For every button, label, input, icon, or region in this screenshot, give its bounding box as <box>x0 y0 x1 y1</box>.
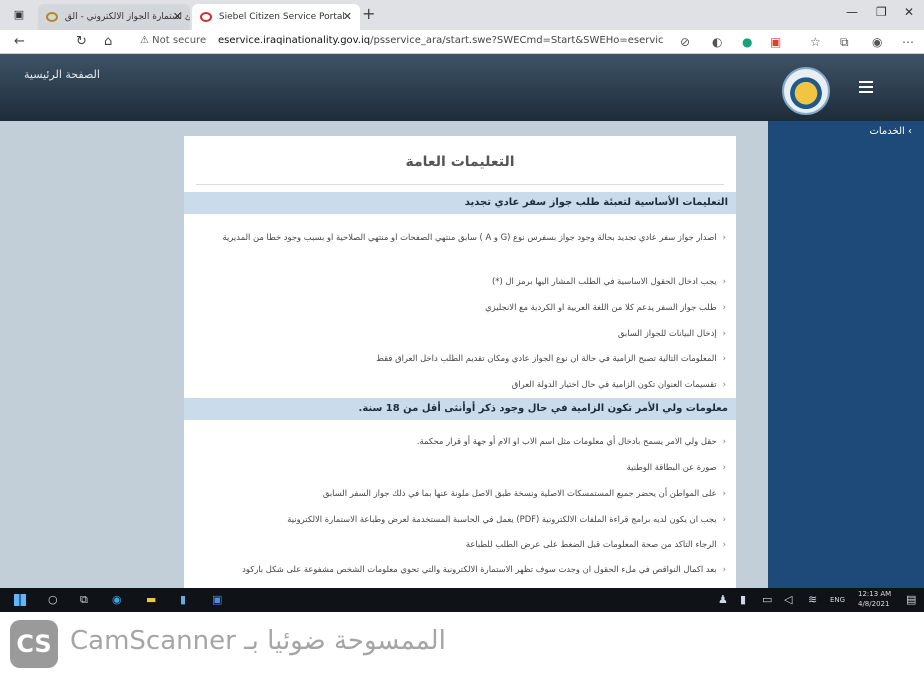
new-tab-button[interactable]: + <box>362 4 375 23</box>
scanner-watermark: CS CamScanner الممسوحة ضوئيا بـ <box>0 612 924 679</box>
tab-passport-form[interactable]: ملئ استمارة الجواز الالكتروني - الق... ✕ <box>38 4 190 30</box>
list-item-text: على المواطن أن يحضر جميع المستمسكات الاص… <box>322 488 717 498</box>
close-tab-icon[interactable]: ✕ <box>173 4 182 30</box>
browser-tab-bar: ▣ ملئ استمارة الجواز الالكتروني - الق...… <box>0 0 924 30</box>
person-icon[interactable]: ♟ <box>718 593 728 607</box>
page-title: التعليمات العامة <box>405 154 515 170</box>
list-item: ‹ اصدار جواز سفر عادي تجديد بحالة وجود جو… <box>194 230 726 244</box>
home-icon[interactable]: ⌂ <box>104 34 112 50</box>
task-view-icon[interactable]: ⧉ <box>80 593 88 607</box>
url-field[interactable]: eservice.iraqinationality.gov.iq/psservi… <box>218 35 664 46</box>
microphone-icon[interactable]: ▮ <box>740 593 746 607</box>
extension-icon[interactable]: ⊘ <box>680 35 690 49</box>
site-header: الصفحة الرئيسية <box>0 54 924 121</box>
list-item: ‹ إدخال البيانات للجواز السابق <box>194 326 726 340</box>
close-window-icon[interactable]: ✕ <box>904 5 914 19</box>
list-item: ‹ على المواطن أن يحضر جميع المستمسكات الا… <box>194 486 726 500</box>
chevron-left-icon: ‹ <box>722 353 726 363</box>
extension-icon[interactable]: ◐ <box>712 35 722 49</box>
wifi-icon[interactable]: ≋ <box>808 593 817 607</box>
volume-icon[interactable]: ◁ <box>784 593 792 607</box>
security-indicator[interactable]: ⚠ Not secure <box>140 35 206 46</box>
chevron-left-icon: ‹ <box>722 232 726 242</box>
chevron-left-icon: ‹ <box>722 302 726 312</box>
security-label: Not secure <box>152 35 207 46</box>
instructions-card: التعليمات العامة التعليمات الأساسية لتعب… <box>184 136 736 612</box>
clock-date[interactable]: 4/8/2021 <box>858 600 889 608</box>
list-item: ‹ تقسيمات العنوان تكون الزامية في حال اخت… <box>194 377 726 391</box>
profile-icon[interactable]: ◉ <box>872 35 882 49</box>
sidebar: › الخدمات <box>768 121 924 612</box>
camscanner-logo: CS <box>10 620 58 668</box>
reload-icon[interactable]: ↻ <box>76 34 87 50</box>
notifications-icon[interactable]: ▤ <box>906 593 916 607</box>
chevron-left-icon: ‹ <box>722 328 726 338</box>
list-item-text: صورة عن البطاقة الوطنية <box>626 462 717 472</box>
tab-label: ملئ استمارة الجواز الالكتروني - الق... <box>64 12 190 22</box>
list-item: ‹ يجب ادخال الحقول الاساسية في الطلب المش… <box>194 274 726 288</box>
list-item: ‹ يجب ان يكون لديه برامج قراءة الملفات ال… <box>194 512 726 526</box>
home-page-link[interactable]: الصفحة الرئيسية <box>24 68 100 81</box>
tab-label: Siebel Citizen Service Portal <box>218 12 345 22</box>
screen: ▣ ملئ استمارة الجواز الالكتروني - الق...… <box>0 0 924 612</box>
address-bar: ← ↻ ⌂ ⚠ Not secure eservice.iraqinationa… <box>0 30 924 54</box>
siebel-favicon-icon <box>200 11 212 22</box>
extension-icon[interactable]: ● <box>742 35 752 49</box>
windows-taskbar: ○ ⧉ ◉ ▬ ▮ ▣ ♟ ▮ ▭ ◁ ≋ ENG 12:13 AM 4/8/2… <box>0 588 924 612</box>
list-item: ‹ المعلومات التالية تصبح الزامية في حالة … <box>194 351 726 365</box>
watermark-text: CamScanner الممسوحة ضوئيا بـ <box>70 626 446 656</box>
chevron-left-icon: ‹ <box>722 539 726 549</box>
divider <box>196 184 724 185</box>
file-explorer-icon[interactable]: ▬ <box>146 593 156 607</box>
app-icon[interactable]: ▣ <box>212 593 222 607</box>
list-item-text: طلب جواز السفر يدعم كلا من اللغة العربية… <box>485 302 717 312</box>
section-heading-renewal: التعليمات الأساسية لتعبئة طلب جواز سفر ع… <box>184 192 736 214</box>
search-icon[interactable]: ○ <box>48 593 58 607</box>
hamburger-menu-icon[interactable] <box>859 81 873 93</box>
list-item-text: حقل ولي الامر يسمح بادخال أي معلومات مثل… <box>416 436 717 446</box>
sidebar-item-services[interactable]: › الخدمات <box>869 126 912 137</box>
collections-icon[interactable]: ⧉ <box>840 35 849 50</box>
iraq-nationality-logo <box>782 67 830 115</box>
list-item-text: بعد اكمال النواقص في ملء الحقول ان وجدت … <box>242 564 717 574</box>
chevron-left-icon: ‹ <box>722 379 726 389</box>
list-item-text: تقسيمات العنوان تكون الزامية في حال اختي… <box>511 379 717 389</box>
list-item: ‹ الرجاء التاكد من صحة المعلومات قبل الضغ… <box>194 537 726 551</box>
back-icon[interactable]: ← <box>14 34 25 50</box>
favorites-icon[interactable]: ☆ <box>810 35 821 49</box>
chevron-left-icon: ‹ <box>722 436 726 446</box>
chevron-left-icon: ‹ <box>722 488 726 498</box>
section-heading-guardian: معلومات ولي الأمر تكون الزامية في حال وج… <box>184 398 736 420</box>
list-item-text: يجب ادخال الحقول الاساسية في الطلب المشا… <box>492 276 717 286</box>
maximize-icon[interactable]: ❐ <box>876 5 887 19</box>
url-host: eservice.iraqinationality.gov.iq <box>218 35 371 46</box>
list-item-text: المعلومات التالية تصبح الزامية في حالة ا… <box>376 353 717 363</box>
more-icon[interactable]: ⋯ <box>902 35 914 49</box>
chevron-left-icon: ‹ <box>722 514 726 524</box>
language-indicator[interactable]: ENG <box>830 593 845 607</box>
site-favicon-icon <box>46 11 58 22</box>
list-item-text: اصدار جواز سفر عادي تجديد بحالة وجود جوا… <box>222 232 717 242</box>
edge-browser-icon[interactable]: ◉ <box>112 593 122 607</box>
list-item: ‹ طلب جواز السفر يدعم كلا من اللغة العربي… <box>194 300 726 314</box>
chevron-left-icon: ‹ <box>722 276 726 286</box>
tray-up-icon[interactable]: ▭ <box>762 593 772 607</box>
chevron-left-icon: ‹ <box>722 564 726 574</box>
extension-icon[interactable]: ▣ <box>770 35 781 49</box>
list-item: ‹ بعد اكمال النواقص في ملء الحقول ان وجدت… <box>194 562 726 576</box>
tab-actions-icon[interactable]: ▣ <box>12 8 26 22</box>
url-path: /psservice_ara/start.swe?SWECmd=Start&SW… <box>370 35 664 46</box>
tab-siebel-portal[interactable]: Siebel Citizen Service Portal ✕ <box>192 4 360 30</box>
windows-start-icon[interactable] <box>14 594 26 606</box>
close-tab-icon[interactable]: ✕ <box>343 4 352 30</box>
app-icon[interactable]: ▮ <box>180 593 186 607</box>
minimize-icon[interactable]: — <box>846 5 858 19</box>
list-item-text: الرجاء التاكد من صحة المعلومات قبل الضغط… <box>465 539 717 549</box>
list-item-text: إدخال البيانات للجواز السابق <box>617 328 717 338</box>
chevron-left-icon: ‹ <box>722 462 726 472</box>
list-item: ‹ حقل ولي الامر يسمح بادخال أي معلومات مث… <box>194 434 726 448</box>
list-item: ‹ صورة عن البطاقة الوطنية <box>194 460 726 474</box>
list-item-text: يجب ان يكون لديه برامج قراءة الملفات الا… <box>287 514 717 524</box>
clock-time[interactable]: 12:13 AM <box>858 590 891 598</box>
